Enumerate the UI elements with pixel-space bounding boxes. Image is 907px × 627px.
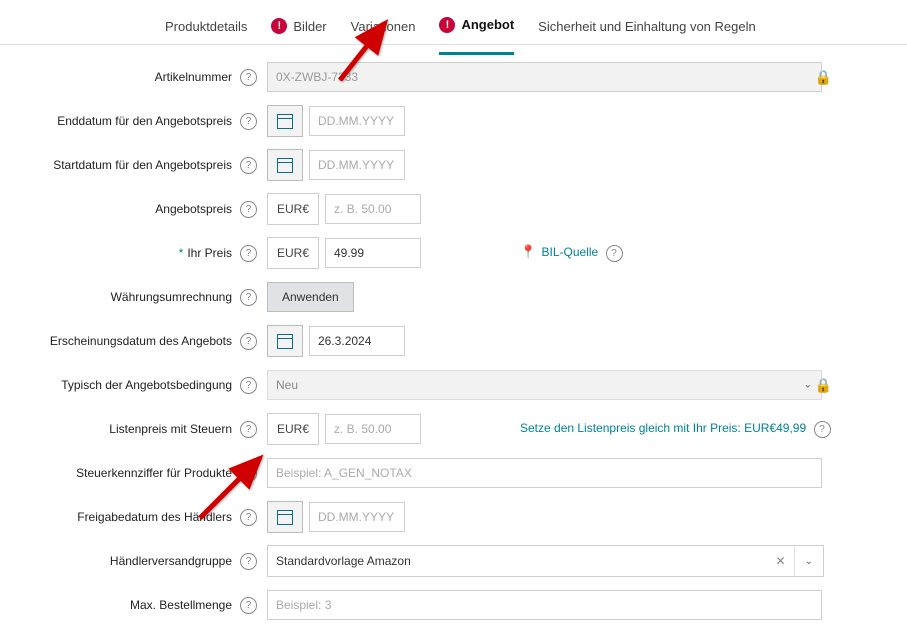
label-listenpreis: Listenpreis mit Steuern: [0, 422, 238, 436]
lock-icon: 🔒: [815, 69, 832, 86]
input-listenpreis[interactable]: [325, 414, 421, 444]
input-enddatum[interactable]: [309, 106, 405, 136]
chevron-down-icon[interactable]: ⌄: [794, 546, 823, 576]
input-erscheinungsdatum[interactable]: [309, 326, 405, 356]
calendar-icon: [277, 334, 293, 349]
currency-label: EUR€: [267, 193, 319, 225]
label-max-bestellmenge: Max. Bestellmenge: [0, 598, 238, 612]
help-icon[interactable]: ?: [240, 597, 257, 614]
input-artikelnummer: [267, 62, 822, 92]
error-icon: !: [439, 17, 455, 33]
lock-icon: 🔒: [815, 377, 832, 394]
label-freigabedatum: Freigabedatum des Händlers: [0, 510, 238, 524]
tab-sicherheit[interactable]: Sicherheit und Einhaltung von Regeln: [538, 9, 756, 53]
tab-produktdetails[interactable]: Produktdetails: [165, 9, 247, 53]
help-icon[interactable]: ?: [240, 245, 257, 262]
input-steuerkennziffer[interactable]: [267, 458, 822, 488]
tab-bar: Produktdetails ! Bilder Variationen ! An…: [0, 0, 907, 45]
help-icon[interactable]: ?: [240, 289, 257, 306]
help-icon[interactable]: ?: [814, 421, 831, 438]
help-icon[interactable]: ?: [240, 157, 257, 174]
pin-icon: 📍: [520, 244, 536, 259]
tab-variationen[interactable]: Variationen: [351, 9, 416, 53]
error-icon: !: [271, 18, 287, 34]
label-enddatum: Enddatum für den Angebotspreis: [0, 114, 238, 128]
label-steuerkennziffer: Steuerkennziffer für Produkte: [0, 466, 238, 480]
currency-label: EUR€: [267, 237, 319, 269]
label-angebotspreis: Angebotspreis: [0, 202, 238, 216]
input-max-bestellmenge[interactable]: [267, 590, 822, 620]
calendar-button-enddatum[interactable]: [267, 105, 303, 137]
input-ihr-preis[interactable]: [325, 238, 421, 268]
input-freigabedatum[interactable]: [309, 502, 405, 532]
label-waehrungsumrechnung: Währungsumrechnung: [0, 290, 238, 304]
tab-angebot[interactable]: ! Angebot: [439, 8, 514, 55]
calendar-button-freigabedatum[interactable]: [267, 501, 303, 533]
help-icon[interactable]: ?: [240, 113, 257, 130]
apply-button[interactable]: Anwenden: [267, 282, 354, 312]
set-list-price-link[interactable]: Setze den Listenpreis gleich mit Ihr Pre…: [520, 421, 841, 438]
label-erscheinungsdatum: Erscheinungsdatum des Angebots: [0, 334, 238, 348]
form-area: Artikelnummer ? 🔒 Enddatum für den Angeb…: [0, 45, 907, 627]
help-icon[interactable]: ?: [240, 377, 257, 394]
label-ihr-preis: *Ihr Preis: [0, 246, 238, 260]
input-angebotspreis[interactable]: [325, 194, 421, 224]
calendar-icon: [277, 510, 293, 525]
select-bedingung[interactable]: Neu ⌄: [267, 370, 822, 400]
calendar-icon: [277, 114, 293, 129]
help-icon[interactable]: ?: [606, 245, 623, 262]
bil-source-link[interactable]: 📍 BIL-Quelle ?: [520, 244, 633, 262]
help-icon[interactable]: ?: [240, 333, 257, 350]
combo-value: Standardvorlage Amazon: [268, 554, 768, 568]
label-artikelnummer: Artikelnummer: [0, 70, 238, 84]
help-icon[interactable]: ?: [240, 421, 257, 438]
currency-label: EUR€: [267, 413, 319, 445]
label-bedingung: Typisch der Angebotsbedingung: [0, 378, 238, 392]
label-startdatum: Startdatum für den Angebotspreis: [0, 158, 238, 172]
help-icon[interactable]: ?: [240, 553, 257, 570]
input-startdatum[interactable]: [309, 150, 405, 180]
clear-icon[interactable]: ✕: [768, 554, 794, 568]
calendar-button-startdatum[interactable]: [267, 149, 303, 181]
calendar-icon: [277, 158, 293, 173]
help-icon[interactable]: ?: [240, 201, 257, 218]
combo-versandgruppe[interactable]: Standardvorlage Amazon ✕ ⌄: [267, 545, 824, 577]
help-icon[interactable]: ?: [240, 69, 257, 86]
help-icon[interactable]: ?: [240, 509, 257, 526]
label-versandgruppe: Händlerversandgruppe: [0, 554, 238, 568]
tab-bilder[interactable]: ! Bilder: [271, 9, 326, 53]
calendar-button-erscheinungsdatum[interactable]: [267, 325, 303, 357]
help-icon[interactable]: ?: [240, 465, 257, 482]
